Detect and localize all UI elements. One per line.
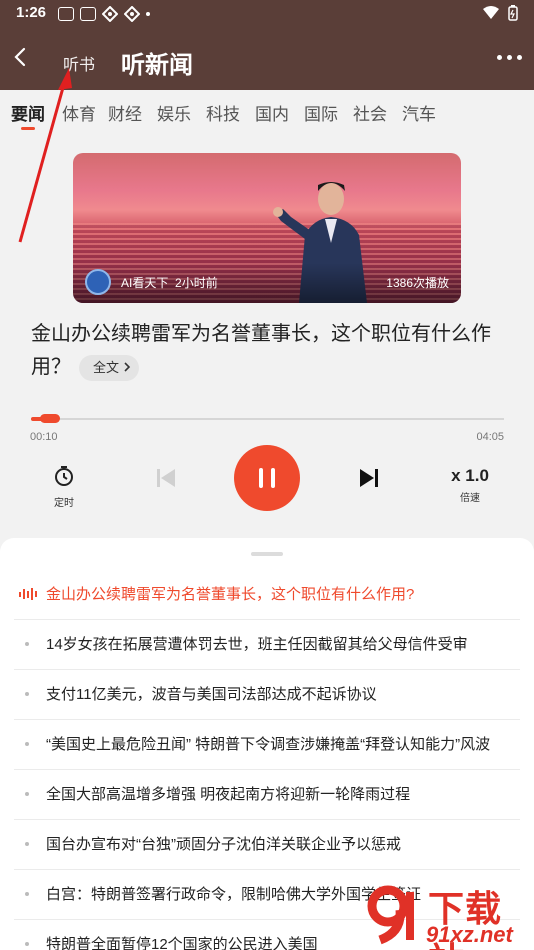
sync-icon [124,6,140,22]
playlist-item[interactable]: 14岁女孩在拓展营遭体罚去世，班主任因截留其给父母信件受审 [14,620,520,670]
playlist-item-title: “美国史上最危险丑闻” 特朗普下令调查涉嫌掩盖“拜登认知能力”风波 [46,736,491,753]
bullet-dot [25,642,29,646]
category-tab-international[interactable]: 国际 [304,100,338,125]
previous-track-icon [157,469,175,487]
timer-button[interactable]: 定时 [48,465,80,509]
battery-icon [508,5,518,21]
chevron-right-icon [124,362,130,372]
timer-label: 定时 [54,498,74,509]
system-icons [482,5,518,21]
playlist-item[interactable]: “美国史上最危险丑闻” 特朗普下令调查涉嫌掩盖“拜登认知能力”风波 [14,720,520,770]
total-time: 04:05 [476,431,504,443]
sheet-drag-handle[interactable] [251,552,283,556]
playlist-item-title: 国台办宣布对“台独”顽固分子沈伯洋关联企业予以惩戒 [46,836,401,853]
app-notification-icon [58,7,74,21]
time-ago: 2小时前 [175,276,218,290]
category-tabs: 要闻 体育 财经 娱乐 科技 国内 国际 社会 汽车 [0,90,534,130]
source-name: AI看天下 [121,276,169,290]
watermark-logo-icon [367,885,414,945]
category-tab-auto[interactable]: 汽车 [402,100,436,125]
playlist-item-title: 支付11亿美元，波音与美国司法部达成不起诉协议 [46,686,377,703]
wifi-icon [483,6,499,19]
progress-track[interactable] [31,418,504,420]
news-title-block: 金山办公续聘雷军为名誉董事长，这个职位有什么作用？ 全文 [31,318,506,384]
top-bar: 1:26 听书 听新闻 [0,0,534,90]
back-arrow-icon[interactable] [8,44,34,70]
status-time: 1:26 [16,4,47,21]
playlist-item[interactable]: 国台办宣布对“台独”顽固分子沈伯洋关联企业予以惩戒 [14,820,520,870]
news-cover-image: AI看天下 2小时前 1386次播放 [73,153,461,303]
playlist-item-current[interactable]: 金山办公续聘雷军为名誉董事长，这个职位有什么作用? [14,570,520,620]
watermark-url: 91xz.net [426,922,513,947]
bullet-dot [25,792,29,796]
pause-icon [271,468,275,488]
pause-button[interactable] [234,445,300,511]
play-count: 1386次播放 [386,276,449,290]
active-tab-indicator [21,127,35,130]
playlist-item[interactable]: 支付11亿美元，波音与美国司法部达成不起诉协议 [14,670,520,720]
bullet-dot [25,892,29,896]
category-tab-society[interactable]: 社会 [353,100,387,125]
bullet-dot [25,942,29,946]
full-text-button[interactable]: 全文 [79,354,139,381]
speed-label: 倍速 [460,493,480,504]
playlist-item-title: 14岁女孩在拓展营遭体罚去世，班主任因截留其给父母信件受审 [46,636,468,653]
playlist-item[interactable]: 全国大部高温增多增强 明夜起南方将迎新一轮降雨过程 [14,770,520,820]
next-track-icon[interactable] [357,466,381,490]
status-bar: 1:26 [0,0,534,28]
sync-icon [102,6,118,22]
speed-value: x 1.0 [451,466,489,485]
category-tab-entertainment[interactable]: 娱乐 [157,100,191,125]
playlist-item-title: 全国大部高温增多增强 明夜起南方将迎新一轮降雨过程 [46,786,411,803]
tab-audiobook[interactable]: 听书 [63,51,95,75]
notification-icons [58,6,150,22]
app-header: 听书 听新闻 [0,36,534,86]
category-tab-tech[interactable]: 科技 [206,100,240,125]
app-notification-icon [80,7,96,21]
site-watermark: 下载站 91xz.net [362,878,534,950]
category-tab-domestic[interactable]: 国内 [255,100,289,125]
category-tab-sports[interactable]: 体育 [62,100,96,125]
more-notifications-dot [146,12,150,16]
category-tab-headlines[interactable]: 要闻 [11,100,45,125]
bullet-dot [25,742,29,746]
pause-icon [259,468,263,488]
speed-button[interactable]: x 1.0 倍速 [445,466,495,504]
current-time: 00:10 [30,431,58,443]
now-playing-icon [19,588,37,600]
category-tab-finance[interactable]: 财经 [108,100,142,125]
bullet-dot [25,842,29,846]
progress-knob[interactable] [40,414,60,423]
timer-icon [55,466,73,486]
full-text-label: 全文 [93,359,120,375]
source-avatar [85,269,111,295]
more-options-icon[interactable] [497,55,522,60]
source-info: AI看天下 2小时前 [121,274,218,291]
playlist-item-title: 金山办公续聘雷军为名誉董事长，这个职位有什么作用? [46,586,415,603]
tab-news[interactable]: 听新闻 [121,45,193,80]
bullet-dot [25,692,29,696]
